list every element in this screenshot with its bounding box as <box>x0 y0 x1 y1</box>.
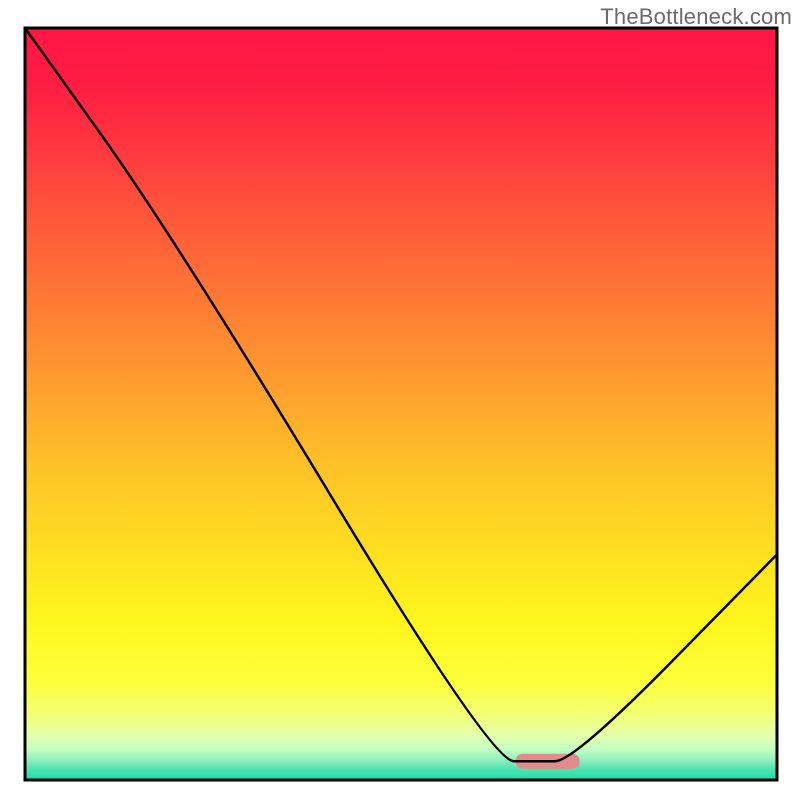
gradient-background <box>25 28 777 780</box>
watermark-text: TheBottleneck.com <box>600 4 792 30</box>
chart-container: TheBottleneck.com <box>0 0 800 800</box>
bottleneck-chart <box>0 0 800 800</box>
